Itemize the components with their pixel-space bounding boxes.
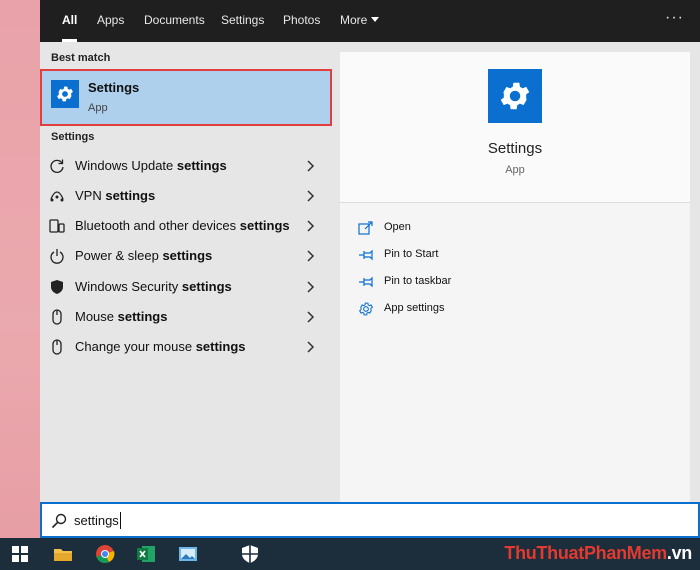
tab-more[interactable]: More — [340, 0, 380, 42]
action-app-settings[interactable]: App settings — [358, 299, 558, 319]
mouse-icon — [52, 309, 62, 325]
detail-subtitle: App — [505, 164, 525, 176]
vpn-icon — [50, 191, 64, 202]
action-pin-to-taskbar[interactable]: Pin to taskbar — [358, 272, 558, 292]
chevron-right-icon — [307, 311, 315, 323]
search-input[interactable] — [74, 510, 574, 530]
pin-icon — [359, 276, 373, 288]
taskbar: ThuThuatPhanMem.vn — [0, 538, 700, 570]
tab-all[interactable]: All — [62, 0, 78, 42]
chevron-right-icon — [307, 341, 315, 353]
best-match-subtitle: App — [88, 102, 108, 114]
results-list: Best match Settings App Settings Windows… — [40, 42, 336, 502]
result-bluetooth[interactable]: Bluetooth and other devices settings — [40, 211, 336, 241]
pin-icon — [359, 249, 373, 261]
tab-apps[interactable]: Apps — [97, 0, 124, 42]
devices-icon — [49, 219, 65, 233]
watermark-logo: ThuThuatPhanMem.vn — [504, 543, 692, 563]
best-match-title: Settings — [88, 80, 140, 95]
chevron-right-icon — [307, 250, 315, 262]
file-explorer-icon[interactable] — [53, 544, 73, 564]
chevron-down-icon — [371, 17, 380, 22]
power-icon — [50, 249, 64, 264]
mouse-icon — [52, 339, 62, 355]
result-windows-update[interactable]: Windows Update settings — [40, 151, 336, 181]
search-panel: All Apps Documents Settings Photos More … — [40, 0, 700, 538]
excel-icon[interactable] — [136, 544, 156, 564]
more-options-button[interactable]: ··· — [665, 0, 684, 42]
result-mouse[interactable]: Mouse settings — [40, 302, 336, 332]
gear-icon — [358, 302, 374, 316]
result-vpn[interactable]: VPN settings — [40, 181, 336, 211]
search-box[interactable] — [40, 502, 700, 538]
gear-icon — [51, 80, 79, 108]
chevron-right-icon — [307, 190, 315, 202]
detail-header: Settings App — [340, 52, 690, 202]
section-best-match: Best match — [51, 52, 111, 64]
gear-icon — [488, 69, 542, 123]
tab-documents[interactable]: Documents — [144, 0, 205, 42]
result-windows-security[interactable]: Windows Security settings — [40, 272, 336, 302]
text-caret — [120, 512, 121, 529]
shield-icon — [51, 280, 63, 294]
windows-start-icon[interactable] — [12, 546, 28, 562]
open-icon — [358, 221, 373, 235]
chrome-icon[interactable] — [95, 544, 115, 564]
chevron-right-icon — [307, 220, 315, 232]
best-match-item[interactable]: Settings App — [40, 69, 332, 126]
security-icon[interactable] — [240, 544, 260, 564]
chevron-right-icon — [307, 160, 315, 172]
section-settings: Settings — [51, 131, 95, 143]
action-open[interactable]: Open — [358, 218, 558, 238]
refresh-icon — [50, 159, 64, 173]
detail-pane: Settings App Open Pin to Start Pin to ta… — [340, 52, 690, 502]
action-pin-to-start[interactable]: Pin to Start — [358, 245, 558, 265]
result-power-sleep[interactable]: Power & sleep settings — [40, 241, 336, 271]
result-change-mouse[interactable]: Change your mouse settings — [40, 332, 336, 362]
photos-icon[interactable] — [178, 544, 198, 564]
tab-settings[interactable]: Settings — [221, 0, 264, 42]
tab-photos[interactable]: Photos — [283, 0, 320, 42]
search-icon — [51, 513, 67, 529]
detail-title: Settings — [487, 140, 543, 157]
desktop-background — [0, 0, 40, 538]
chevron-right-icon — [307, 281, 315, 293]
divider — [340, 202, 690, 203]
filter-bar: All Apps Documents Settings Photos More … — [40, 0, 700, 42]
